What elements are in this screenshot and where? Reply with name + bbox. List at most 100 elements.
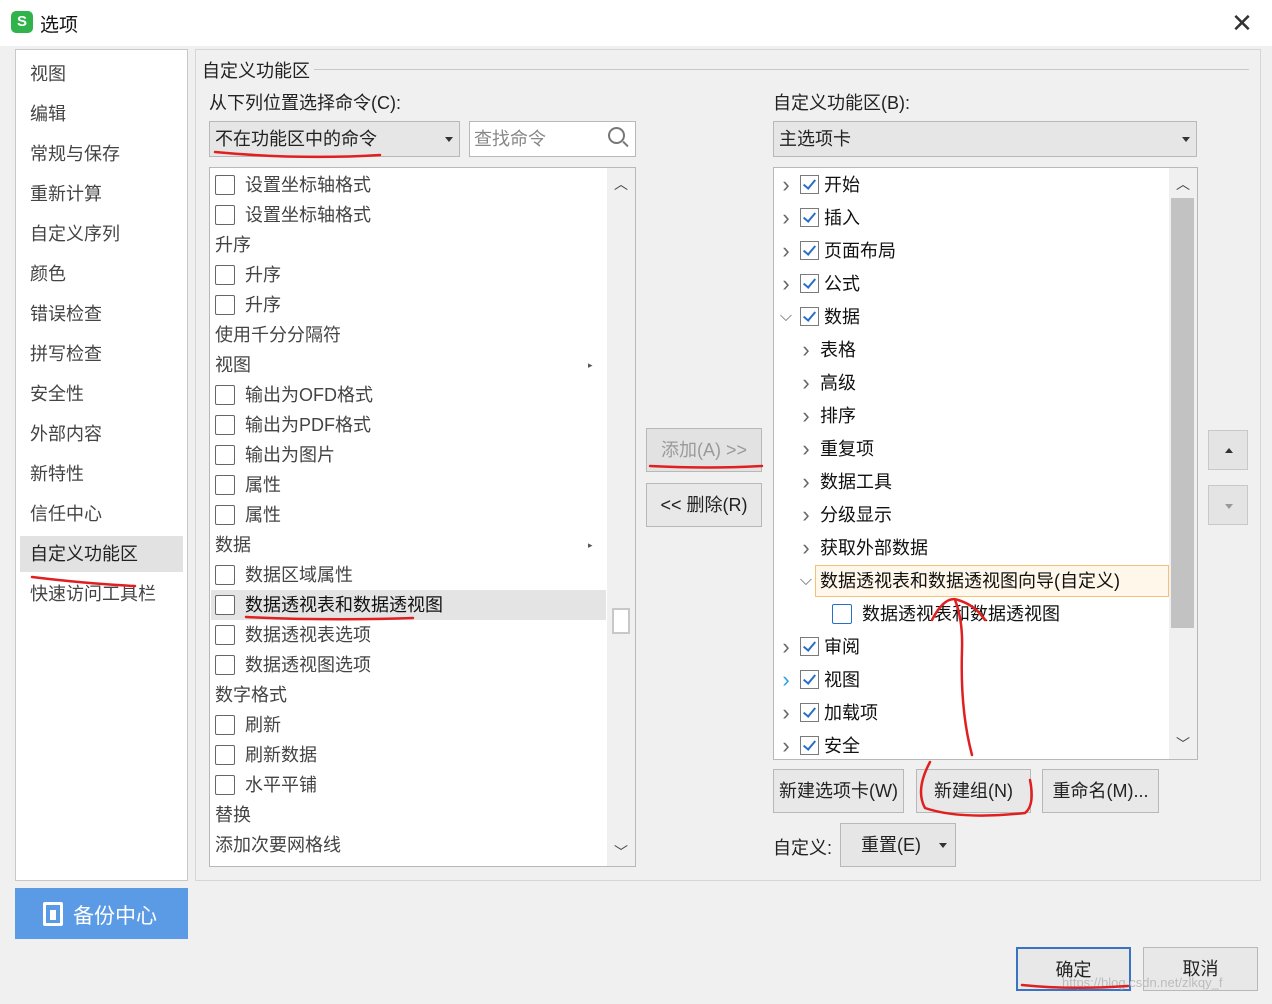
ribbon-tree-item[interactable]: › 重复项 — [774, 434, 1169, 464]
tab-checkbox[interactable] — [800, 637, 819, 656]
ribbon-tree-item[interactable]: › 插入 — [774, 203, 1169, 233]
expand-chevron-icon[interactable]: › — [778, 632, 794, 662]
ribbon-tree-item[interactable]: › 表格 — [774, 335, 1169, 365]
command-list-item[interactable]: 视图 ▸ — [211, 350, 606, 380]
nav-item[interactable]: 常规与保存 — [20, 136, 183, 172]
ribbon-tabs-select[interactable]: 主选项卡 — [773, 121, 1197, 157]
command-list-item[interactable]: 刷新数据 — [211, 740, 606, 770]
nav-item[interactable]: 视图 — [20, 56, 183, 92]
nav-item[interactable]: 错误检查 — [20, 296, 183, 332]
add-button[interactable]: 添加(A) >> — [646, 428, 762, 472]
nav-item[interactable]: 安全性 — [20, 376, 183, 412]
command-list-item[interactable]: 设置坐标轴格式 — [211, 170, 606, 200]
nav-item[interactable]: 编辑 — [20, 96, 183, 132]
ribbon-tree-item[interactable]: › 分级显示 — [774, 500, 1169, 530]
expand-chevron-icon[interactable]: › — [778, 665, 794, 695]
expand-chevron-icon[interactable]: › — [798, 533, 814, 563]
command-list-item[interactable]: 添加次要网格线 — [211, 830, 606, 860]
nav-item[interactable]: 外部内容 — [20, 416, 183, 452]
ribbon-tree[interactable]: ︿ ﹀ › 开始 › 插入 › 页面布局 › 公式 ⌵ 数据 › 表格 › 高级 › 排序 › 重复项 › 数据工具 ›… — [773, 167, 1198, 760]
reset-dropdown[interactable]: 重置(E) — [840, 823, 956, 867]
scroll-thumb[interactable] — [1171, 198, 1194, 628]
ribbon-tree-item[interactable]: ⌵ 数据透视表和数据透视图向导(自定义) — [800, 565, 1169, 597]
expand-chevron-icon[interactable]: › — [778, 236, 794, 266]
expand-chevron-icon[interactable]: › — [798, 467, 814, 497]
ribbon-tree-item[interactable]: 数据透视表和数据透视图 — [774, 599, 1169, 629]
tab-checkbox[interactable] — [800, 736, 819, 755]
tab-checkbox[interactable] — [800, 241, 819, 260]
ribbon-tree-item[interactable]: › 视图 — [774, 665, 1169, 695]
command-list-item[interactable]: 输出为图片 — [211, 440, 606, 470]
expand-chevron-icon[interactable]: › — [778, 698, 794, 728]
ribbon-tree-item[interactable]: › 数据工具 — [774, 467, 1169, 497]
tab-checkbox[interactable] — [800, 670, 819, 689]
command-list-item[interactable]: 数字格式 — [211, 680, 606, 710]
command-list-item[interactable]: 使用千分分隔符 — [211, 320, 606, 350]
ribbon-tree-item[interactable]: › 获取外部数据 — [774, 533, 1169, 563]
tab-checkbox[interactable] — [800, 307, 819, 326]
command-list-item[interactable]: 刷新 — [211, 710, 606, 740]
ribbon-tree-item[interactable]: › 高级 — [774, 368, 1169, 398]
backup-center-button[interactable]: 备份中心 — [15, 888, 188, 939]
expand-chevron-icon[interactable]: › — [778, 269, 794, 299]
ribbon-tree-item[interactable]: › 页面布局 — [774, 236, 1169, 266]
tab-checkbox[interactable] — [800, 175, 819, 194]
nav-item[interactable]: 重新计算 — [20, 176, 183, 212]
commands-source-select[interactable]: 不在功能区中的命令 — [209, 121, 460, 157]
command-list-item[interactable]: 属性 — [211, 500, 606, 530]
expand-chevron-icon[interactable]: › — [778, 731, 794, 759]
expand-chevron-icon[interactable]: › — [778, 203, 794, 233]
command-list-item[interactable]: 替换 — [211, 800, 606, 830]
scroll-up-icon[interactable]: ︿ — [611, 174, 631, 194]
scroll-down-icon[interactable]: ﹀ — [1173, 734, 1193, 754]
command-list-item[interactable]: 输出为PDF格式 — [211, 410, 606, 440]
command-list-item[interactable]: 数据透视表和数据透视图 — [211, 590, 606, 620]
command-list-item[interactable]: 升序 — [211, 230, 606, 260]
ribbon-tree-item[interactable]: › 安全 — [774, 731, 1169, 759]
ribbon-tree-item[interactable]: › 排序 — [774, 401, 1169, 431]
command-list-item[interactable]: 升序 — [211, 290, 606, 320]
scroll-down-icon[interactable]: ﹀ — [611, 842, 631, 862]
expand-chevron-icon[interactable]: › — [798, 500, 814, 530]
ribbon-tree-item[interactable]: › 审阅 — [774, 632, 1169, 662]
tab-checkbox[interactable] — [800, 208, 819, 227]
expand-chevron-icon[interactable]: › — [798, 368, 814, 398]
new-tab-button[interactable]: 新建选项卡(W) — [773, 769, 904, 813]
command-list-item[interactable]: 属性 — [211, 470, 606, 500]
search-icon[interactable] — [608, 127, 625, 144]
collapse-chevron-icon[interactable]: ⌵ — [778, 302, 794, 332]
command-list-item[interactable]: 数据透视图选项 — [211, 650, 606, 680]
ribbon-tree-item[interactable]: › 加载项 — [774, 698, 1169, 728]
expand-chevron-icon[interactable]: › — [798, 401, 814, 431]
nav-item[interactable]: 自定义功能区 — [20, 536, 183, 572]
move-up-button[interactable] — [1208, 430, 1248, 470]
close-icon[interactable]: ✕ — [1226, 8, 1258, 38]
command-list-item[interactable]: 数据 ▸ — [211, 530, 606, 560]
ribbon-tree-item[interactable]: › 公式 — [774, 269, 1169, 299]
commands-scrollbar[interactable]: ︿ ﹀ — [607, 168, 635, 866]
nav-item[interactable]: 快速访问工具栏 — [20, 576, 183, 612]
scroll-thumb[interactable] — [612, 608, 630, 634]
command-list-item[interactable]: 水平平铺 — [211, 770, 606, 800]
command-list-item[interactable]: 数据区域属性 — [211, 560, 606, 590]
tab-checkbox[interactable] — [800, 703, 819, 722]
nav-item[interactable]: 颜色 — [20, 256, 183, 292]
command-list-item[interactable]: 设置坐标轴格式 — [211, 200, 606, 230]
new-group-button[interactable]: 新建组(N) — [916, 769, 1031, 813]
nav-item[interactable]: 自定义序列 — [20, 216, 183, 252]
move-down-button[interactable] — [1208, 485, 1248, 525]
expand-chevron-icon[interactable]: › — [778, 170, 794, 200]
ribbon-tree-scrollbar[interactable]: ︿ ﹀ — [1169, 168, 1197, 759]
collapse-chevron-icon[interactable]: ⌵ — [798, 566, 814, 596]
nav-item[interactable]: 新特性 — [20, 456, 183, 492]
nav-item[interactable]: 拼写检查 — [20, 336, 183, 372]
ribbon-tree-item[interactable]: › 开始 — [774, 170, 1169, 200]
commands-list[interactable]: ︿ ﹀ 设置坐标轴格式 设置坐标轴格式 升序 升序 升序 使用千分分隔符 视图 ▸ 输出为OFD… — [209, 167, 636, 867]
nav-item[interactable]: 信任中心 — [20, 496, 183, 532]
ribbon-tree-item[interactable]: ⌵ 数据 — [774, 302, 1169, 332]
tab-checkbox[interactable] — [800, 274, 819, 293]
rename-button[interactable]: 重命名(M)... — [1042, 769, 1159, 813]
scroll-up-icon[interactable]: ︿ — [1173, 174, 1193, 194]
command-list-item[interactable]: 数据透视表选项 — [211, 620, 606, 650]
command-list-item[interactable]: 输出为OFD格式 — [211, 380, 606, 410]
